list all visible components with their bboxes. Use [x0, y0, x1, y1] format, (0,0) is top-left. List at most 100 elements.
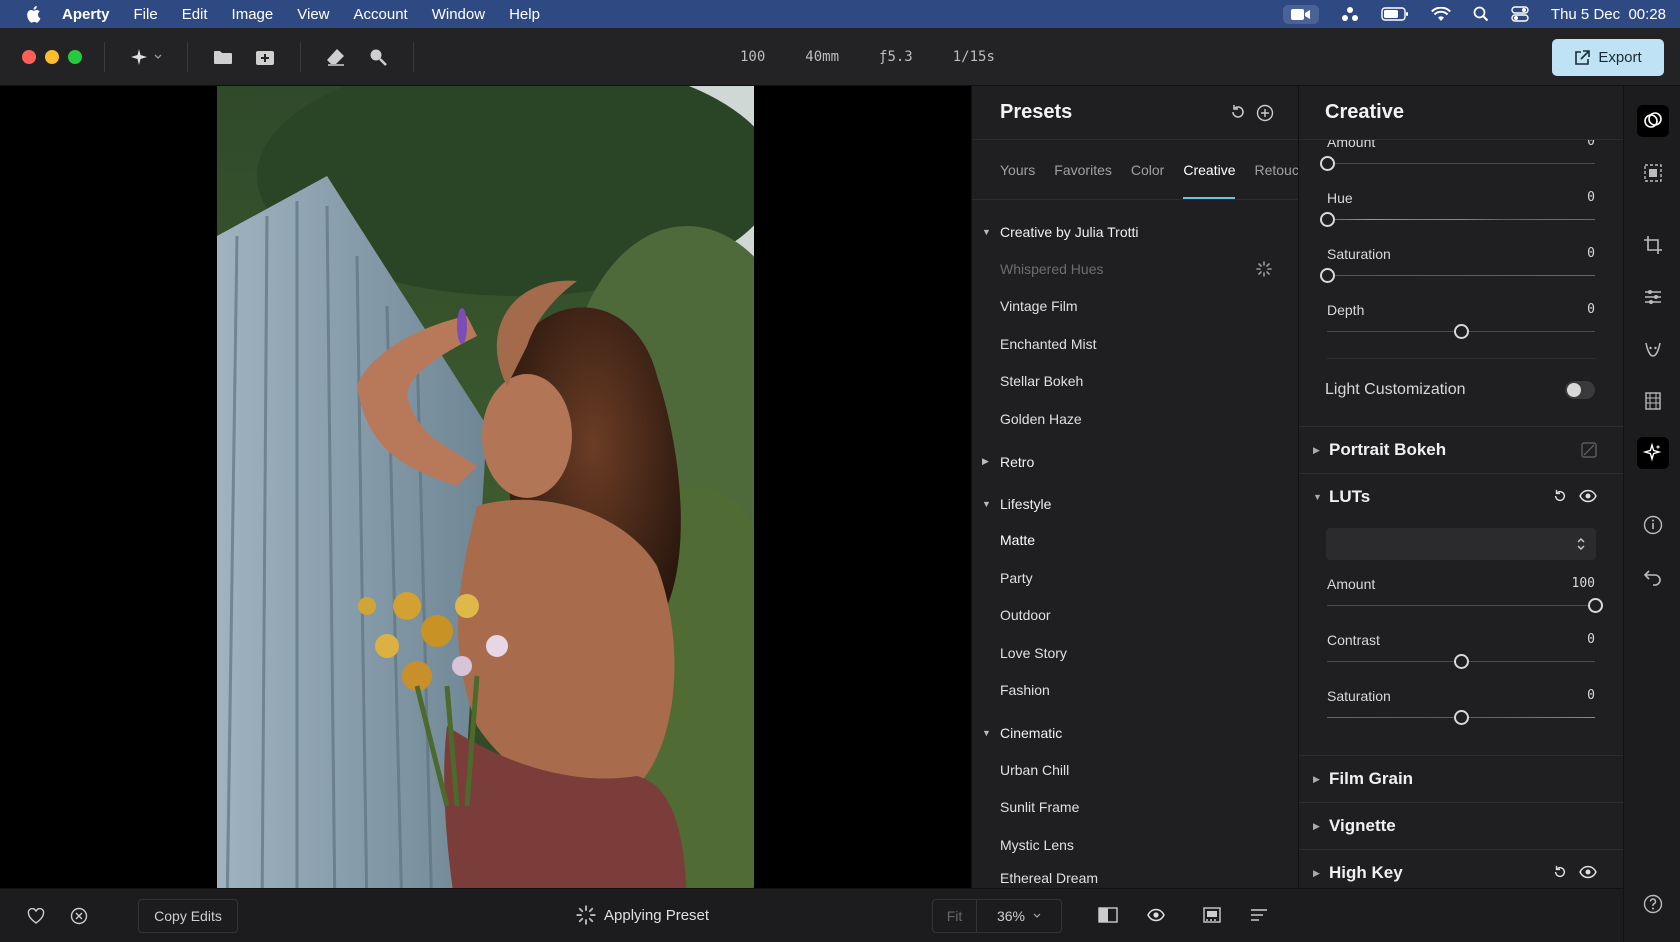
apple-icon[interactable]	[22, 4, 44, 24]
creative-depth-slider[interactable]: Depth 0	[1299, 290, 1623, 346]
minimize-window-button[interactable]	[45, 49, 59, 64]
building-perspective-icon[interactable]	[1637, 385, 1669, 417]
zoom-window-button[interactable]	[68, 49, 82, 64]
menu-help[interactable]: Help	[509, 6, 540, 23]
slider-knob[interactable]	[1320, 268, 1335, 283]
preset-item-enchanted-mist[interactable]: Enchanted Mist	[972, 325, 1298, 363]
portrait-bokeh-section[interactable]: ▶ Portrait Bokeh	[1299, 426, 1623, 473]
menubar-clock[interactable]: Thu 5 Dec 00:28	[1551, 6, 1666, 23]
favorite-heart-icon[interactable]	[27, 908, 45, 924]
preset-item-urban-chill[interactable]: Urban Chill	[972, 751, 1298, 789]
before-after-split-icon[interactable]	[1098, 906, 1118, 924]
sort-list-icon[interactable]	[1250, 908, 1268, 922]
reset-presets-icon[interactable]	[1230, 104, 1246, 122]
import-icon[interactable]	[251, 43, 279, 71]
visibility-eye-icon[interactable]	[1579, 489, 1597, 503]
close-window-button[interactable]	[22, 49, 36, 64]
creative-amount-slider[interactable]: Amount 0	[1299, 140, 1623, 178]
visibility-eye-icon[interactable]	[1579, 865, 1597, 879]
menu-view[interactable]: View	[297, 6, 329, 23]
select-subject-icon[interactable]	[1637, 157, 1669, 189]
slider-knob[interactable]	[1320, 156, 1335, 171]
slider-track[interactable]	[1327, 219, 1595, 220]
menu-account[interactable]: Account	[354, 6, 408, 23]
preset-item-stellar-bokeh[interactable]: Stellar Bokeh	[972, 363, 1298, 401]
vignette-section[interactable]: ▶ Vignette	[1299, 802, 1623, 849]
crop-icon[interactable]	[1637, 229, 1669, 261]
preset-item-party[interactable]: Party	[972, 559, 1298, 597]
luts-section[interactable]: ▼ LUTs	[1299, 473, 1623, 520]
lut-contrast-slider[interactable]: Contrast 0	[1299, 620, 1623, 676]
menu-image[interactable]: Image	[232, 6, 274, 23]
lut-saturation-slider[interactable]: Saturation 0	[1299, 676, 1623, 732]
preview-eye-icon[interactable]	[1146, 908, 1166, 922]
export-button[interactable]: Export	[1552, 39, 1664, 76]
preset-item-matte[interactable]: Matte	[972, 522, 1298, 560]
control-center-icon[interactable]	[1511, 6, 1529, 22]
fit-button[interactable]: Fit	[933, 899, 977, 933]
film-grain-section[interactable]: ▶ Film Grain	[1299, 755, 1623, 802]
image-canvas[interactable]	[0, 86, 971, 916]
preset-item-vintage-film[interactable]: Vintage Film	[972, 288, 1298, 326]
preset-item-love-story[interactable]: Love Story	[972, 634, 1298, 672]
folder-icon[interactable]	[209, 43, 237, 71]
zoom-search-icon[interactable]	[364, 43, 392, 71]
tab-retouch[interactable]: Retouch	[1254, 162, 1298, 178]
preset-item-ethereal-dream[interactable]: Ethereal Dream	[972, 864, 1298, 884]
auto-enhance-menu-button[interactable]	[126, 43, 166, 71]
help-icon[interactable]	[1637, 888, 1669, 920]
slider-knob[interactable]	[1454, 654, 1469, 669]
info-icon[interactable]	[1637, 509, 1669, 541]
lut-amount-slider[interactable]: Amount 100	[1299, 564, 1623, 620]
menu-file[interactable]: File	[134, 6, 158, 23]
slider-track[interactable]	[1327, 163, 1595, 164]
preset-item-sunlit-frame[interactable]: Sunlit Frame	[972, 789, 1298, 827]
tab-color[interactable]: Color	[1131, 162, 1164, 178]
camera-icon[interactable]	[1282, 4, 1319, 24]
preset-item-golden-haze[interactable]: Golden Haze	[972, 400, 1298, 438]
menu-window[interactable]: Window	[432, 6, 485, 23]
spotlight-search-icon[interactable]	[1473, 6, 1489, 22]
undo-history-icon[interactable]	[1637, 561, 1669, 593]
light-customization-toggle[interactable]	[1565, 381, 1595, 399]
copy-edits-button[interactable]: Copy Edits	[138, 899, 238, 933]
slider-knob[interactable]	[1320, 212, 1335, 227]
photo-preview[interactable]	[217, 86, 754, 916]
eraser-icon[interactable]	[322, 43, 350, 71]
filmstrip-icon[interactable]	[1203, 907, 1221, 923]
control-share-icon[interactable]	[1341, 6, 1359, 22]
creative-saturation-slider[interactable]: Saturation 0	[1299, 234, 1623, 290]
adjustments-sliders-icon[interactable]	[1637, 281, 1669, 313]
slider-track[interactable]	[1327, 605, 1595, 606]
wifi-icon[interactable]	[1431, 6, 1451, 22]
tab-creative[interactable]: Creative	[1183, 162, 1236, 199]
menu-edit[interactable]: Edit	[182, 6, 208, 23]
slider-label: Saturation	[1327, 246, 1391, 262]
preset-item-mystic-lens[interactable]: Mystic Lens	[972, 826, 1298, 864]
lut-select[interactable]	[1326, 528, 1596, 560]
preset-group-retro[interactable]: ▶ Retro	[972, 444, 1298, 480]
app-name-menu[interactable]: Aperty	[62, 6, 110, 23]
tab-yours[interactable]: Yours	[1000, 162, 1035, 178]
slider-knob[interactable]	[1454, 324, 1469, 339]
zoom-level-dropdown[interactable]: 36%	[977, 908, 1061, 924]
slider-knob[interactable]	[1588, 598, 1603, 613]
magic-sparkle-icon[interactable]	[1637, 437, 1669, 469]
creative-tool-icon[interactable]	[1637, 105, 1669, 137]
portrait-mask-icon[interactable]	[1637, 333, 1669, 365]
slider-knob[interactable]	[1454, 710, 1469, 725]
battery-icon[interactable]	[1381, 7, 1409, 21]
tab-favorites[interactable]: Favorites	[1054, 162, 1112, 178]
preset-group-cinematic[interactable]: ▼ Cinematic	[972, 715, 1298, 751]
reset-icon[interactable]	[1553, 489, 1567, 503]
preset-item-fashion[interactable]: Fashion	[972, 672, 1298, 710]
add-preset-icon[interactable]	[1256, 104, 1274, 122]
slider-track[interactable]	[1327, 275, 1595, 276]
preset-group-lifestyle[interactable]: ▼ Lifestyle	[972, 486, 1298, 522]
preset-group-creative-julia-trotti[interactable]: ▼ Creative by Julia Trotti	[972, 214, 1298, 250]
preset-item-outdoor[interactable]: Outdoor	[972, 597, 1298, 635]
preset-item-whispered-hues[interactable]: Whispered Hues	[972, 250, 1298, 288]
reset-icon[interactable]	[1553, 865, 1567, 879]
creative-hue-slider[interactable]: Hue 0	[1299, 178, 1623, 234]
reject-icon[interactable]	[70, 907, 88, 925]
